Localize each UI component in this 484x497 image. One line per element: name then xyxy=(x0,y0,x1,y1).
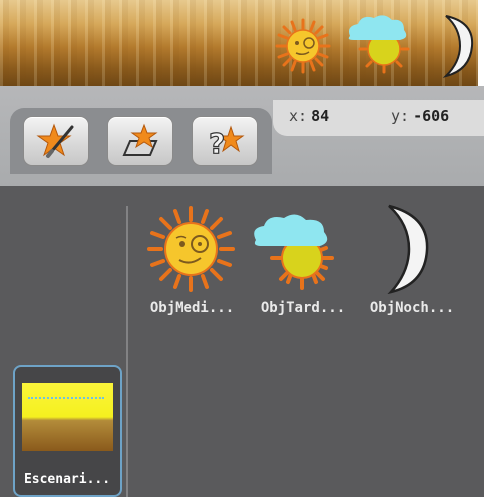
star-folder-icon xyxy=(122,123,158,156)
divider xyxy=(126,206,128,497)
paint-new-sprite-button[interactable] xyxy=(23,116,89,166)
surprise-sprite-button[interactable]: ? xyxy=(192,116,258,166)
sprite-thumbnail-objmedi[interactable] xyxy=(146,206,236,296)
sprite-label-objnoch[interactable]: ObjNoch... xyxy=(357,300,467,316)
coord-y: y: -606 xyxy=(391,107,450,125)
moon-icon xyxy=(387,204,429,295)
sprite-label-objmedi[interactable]: ObjMedi... xyxy=(137,300,247,316)
sprite-thumbnail-objnoch[interactable] xyxy=(383,204,431,298)
stage-label: Escenari... xyxy=(23,472,111,487)
stage-sun-cloud-icon[interactable] xyxy=(344,12,414,78)
star-paintbrush-icon xyxy=(36,123,74,158)
sun-cloud-icon xyxy=(254,214,334,290)
stage-selector-card[interactable]: Escenari... xyxy=(13,365,122,497)
mouse-coordinates: x: 84 y: -606 xyxy=(273,100,484,136)
sprite-thumbnail-objtard[interactable] xyxy=(250,210,350,296)
svg-text:?: ? xyxy=(209,127,225,159)
stage-preview[interactable] xyxy=(0,0,478,86)
sun-face-icon xyxy=(147,206,235,292)
sprite-label-objtard[interactable]: ObjTard... xyxy=(248,300,358,316)
stage-moon-icon[interactable] xyxy=(440,14,474,82)
stage-sun-face-icon[interactable] xyxy=(275,18,331,78)
stage-thumbnail xyxy=(22,383,113,451)
coord-x: x: 84 xyxy=(289,107,330,125)
star-question-icon: ? xyxy=(208,125,245,159)
choose-sprite-from-file-button[interactable] xyxy=(107,116,173,166)
